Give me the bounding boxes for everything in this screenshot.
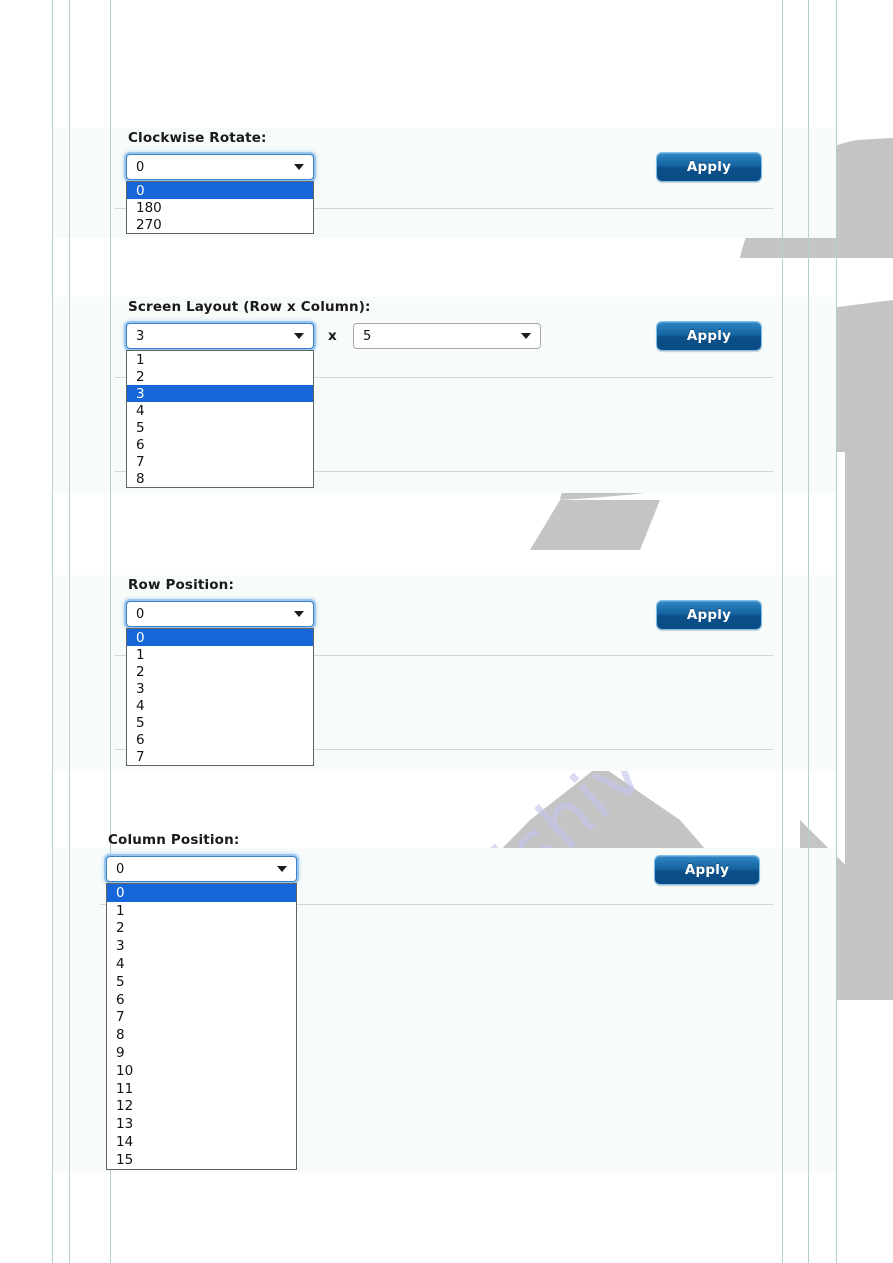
apply-button-clockwise-rotate[interactable]: Apply — [656, 152, 762, 182]
dropdown-option[interactable]: 7 — [127, 748, 313, 765]
column-position-select-value: 0 — [116, 861, 125, 877]
apply-button-label: Apply — [686, 328, 732, 344]
dimension-separator: x — [328, 328, 337, 344]
dropdown-option[interactable]: 0 — [127, 182, 313, 199]
dropdown-option[interactable]: 14 — [107, 1133, 296, 1151]
chevron-down-icon — [294, 164, 304, 170]
dropdown-option[interactable]: 6 — [107, 991, 296, 1009]
dropdown-option[interactable]: 2 — [127, 368, 313, 385]
dropdown-option[interactable]: 15 — [107, 1151, 296, 1169]
chevron-down-icon — [277, 866, 287, 872]
frame-rule-left-1 — [52, 0, 53, 1263]
dropdown-option[interactable]: 4 — [127, 402, 313, 419]
dropdown-option[interactable]: 2 — [107, 920, 296, 938]
rotate-select[interactable]: 0 — [126, 154, 314, 180]
dropdown-option[interactable]: 1 — [107, 902, 296, 920]
dropdown-option[interactable]: 6 — [127, 731, 313, 748]
dropdown-option[interactable]: 2 — [127, 663, 313, 680]
chevron-down-icon — [294, 611, 304, 617]
apply-button-label: Apply — [686, 159, 732, 175]
apply-button-label: Apply — [686, 607, 732, 623]
clockwise-rotate-label: Clockwise Rotate: — [128, 130, 267, 146]
dropdown-option[interactable]: 3 — [107, 937, 296, 955]
frame-rule-right-1 — [782, 0, 783, 1263]
dropdown-option[interactable]: 3 — [127, 680, 313, 697]
frame-rule-left-2 — [69, 0, 70, 1263]
dropdown-option[interactable]: 9 — [107, 1044, 296, 1062]
column-position-select[interactable]: 0 — [106, 856, 297, 882]
dropdown-option[interactable]: 5 — [127, 714, 313, 731]
column-count-select-value: 5 — [363, 328, 372, 344]
row-count-select-value: 3 — [136, 328, 145, 344]
dropdown-option[interactable]: 180 — [127, 199, 313, 216]
dropdown-option[interactable]: 12 — [107, 1098, 296, 1116]
column-position-label: Column Position: — [108, 832, 240, 848]
frame-rule-right-3 — [836, 0, 837, 1263]
column-position-select-dropdown[interactable]: 0 1 2 3 4 5 6 7 8 9 10 11 12 13 14 15 — [106, 883, 297, 1170]
dropdown-option[interactable]: 4 — [127, 697, 313, 714]
rotate-select-value: 0 — [136, 159, 145, 175]
apply-button-row-position[interactable]: Apply — [656, 600, 762, 630]
rotate-select-dropdown[interactable]: 0 180 270 — [126, 181, 314, 234]
dropdown-option[interactable]: 6 — [127, 436, 313, 453]
row-position-label: Row Position: — [128, 577, 234, 593]
dropdown-option[interactable]: 5 — [127, 419, 313, 436]
dropdown-option[interactable]: 7 — [127, 453, 313, 470]
dropdown-option[interactable]: 7 — [107, 1009, 296, 1027]
dropdown-option[interactable]: 0 — [127, 629, 313, 646]
column-count-select[interactable]: 5 — [353, 323, 541, 349]
row-position-select[interactable]: 0 — [126, 601, 314, 627]
dropdown-option[interactable]: 4 — [107, 955, 296, 973]
chevron-down-icon — [521, 333, 531, 339]
screen-layout-label: Screen Layout (Row x Column): — [128, 299, 371, 315]
row-count-select[interactable]: 3 — [126, 323, 314, 349]
row-position-select-dropdown[interactable]: 0 1 2 3 4 5 6 7 — [126, 628, 314, 766]
chevron-down-icon — [294, 333, 304, 339]
dropdown-option[interactable]: 13 — [107, 1115, 296, 1133]
dropdown-option[interactable]: 5 — [107, 973, 296, 991]
dropdown-option[interactable]: 0 — [107, 884, 296, 902]
apply-button-column-position[interactable]: Apply — [654, 855, 760, 885]
dropdown-option[interactable]: 10 — [107, 1062, 296, 1080]
row-count-select-dropdown[interactable]: 1 2 3 4 5 6 7 8 — [126, 350, 314, 488]
row-position-select-value: 0 — [136, 606, 145, 622]
dropdown-option[interactable]: 1 — [127, 351, 313, 368]
dropdown-option[interactable]: 8 — [107, 1026, 296, 1044]
apply-button-label: Apply — [684, 862, 730, 878]
dropdown-option[interactable]: 11 — [107, 1080, 296, 1098]
dropdown-option[interactable]: 1 — [127, 646, 313, 663]
dropdown-option[interactable]: 3 — [127, 385, 313, 402]
frame-rule-right-2 — [808, 0, 809, 1263]
dropdown-option[interactable]: 270 — [127, 216, 313, 233]
dropdown-option[interactable]: 8 — [127, 470, 313, 487]
apply-button-screen-layout[interactable]: Apply — [656, 321, 762, 351]
